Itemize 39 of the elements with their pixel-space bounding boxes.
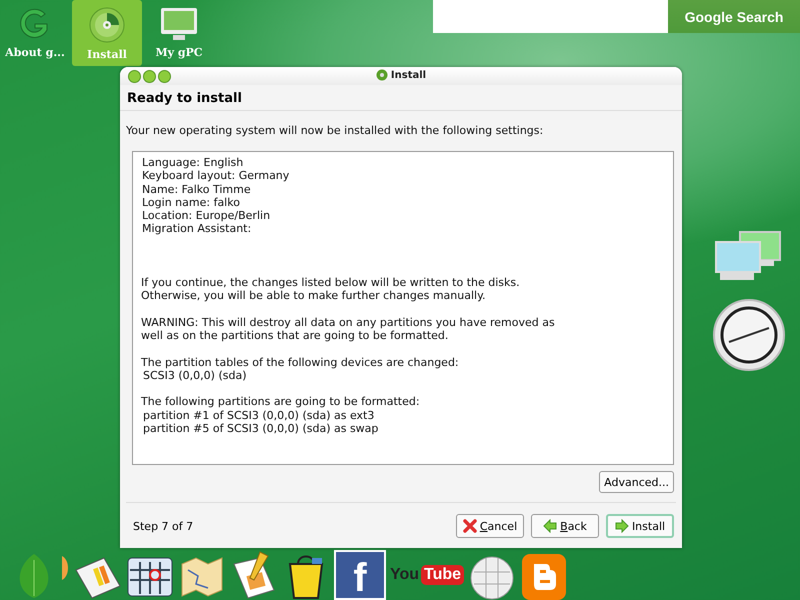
forward-button[interactable]: Install (606, 514, 674, 538)
page-heading: Ready to install (120, 85, 682, 111)
back-button[interactable]: Back (531, 514, 599, 538)
right-arrow-icon (614, 519, 629, 533)
cross-icon (462, 519, 477, 533)
summary-line: well as on the partitions that are going to be formatted. (141, 328, 450, 342)
summary-line: If you continue, the changes listed below will be written to the disks. (141, 276, 521, 290)
tab-handle-icon[interactable] (62, 556, 70, 580)
summary-line: The partition tables of the following devices are changed: (141, 356, 460, 369)
summary-line: Name: Falko Timme (142, 182, 252, 196)
window-title: Install (390, 70, 426, 80)
summary-line: Migration Assistant: (142, 222, 252, 236)
left-arrow-icon (543, 519, 558, 533)
cancel-button[interactable]: Cancel (456, 514, 524, 538)
summary-line: Language: English (142, 156, 244, 170)
intro-text: Your new operating system will now be installed with the following settings: (125, 123, 544, 137)
summary-line: Login name: falko (142, 196, 241, 210)
search-field[interactable] (433, 0, 668, 33)
window-control-icon[interactable] (128, 70, 141, 82)
summary-line: WARNING: This will destroy all data on any partitions you have removed as (141, 316, 556, 329)
disc-icon (88, 6, 126, 44)
summary-line: partition #5 of SCSI3 (0,0,0) (sda) as swap (142, 422, 380, 436)
summary-line: Location: Europe/Berlin (142, 209, 272, 222)
desktop-icon[interactable]: About g... (0, 0, 70, 66)
window-control-icon[interactable] (143, 70, 156, 82)
step-label: Step 7 of 7 (133, 520, 194, 532)
summary-line: SCSI3 (0,0,0) (sda) (142, 368, 248, 382)
summary-line: The following partitions are going to be formatted: (141, 395, 421, 409)
summary-line: partition #1 of SCSI3 (0,0,0) (sda) as ext3 (142, 408, 376, 422)
facebook-logo[interactable]: f (334, 550, 386, 600)
window-control-icon[interactable] (158, 70, 171, 82)
disc-icon (376, 69, 388, 81)
summary-line: Keyboard layout: Germany (142, 169, 290, 183)
advanced-button[interactable]: Advanced... (599, 471, 674, 493)
youtube-logo[interactable]: You Tube (390, 560, 464, 590)
desktop-icon[interactable]: My gPC (144, 0, 214, 66)
clock-icon[interactable] (712, 298, 786, 372)
monitor-icon (159, 6, 199, 42)
summary-line: Otherwise, you will be able to make further changes manually. (141, 289, 487, 302)
